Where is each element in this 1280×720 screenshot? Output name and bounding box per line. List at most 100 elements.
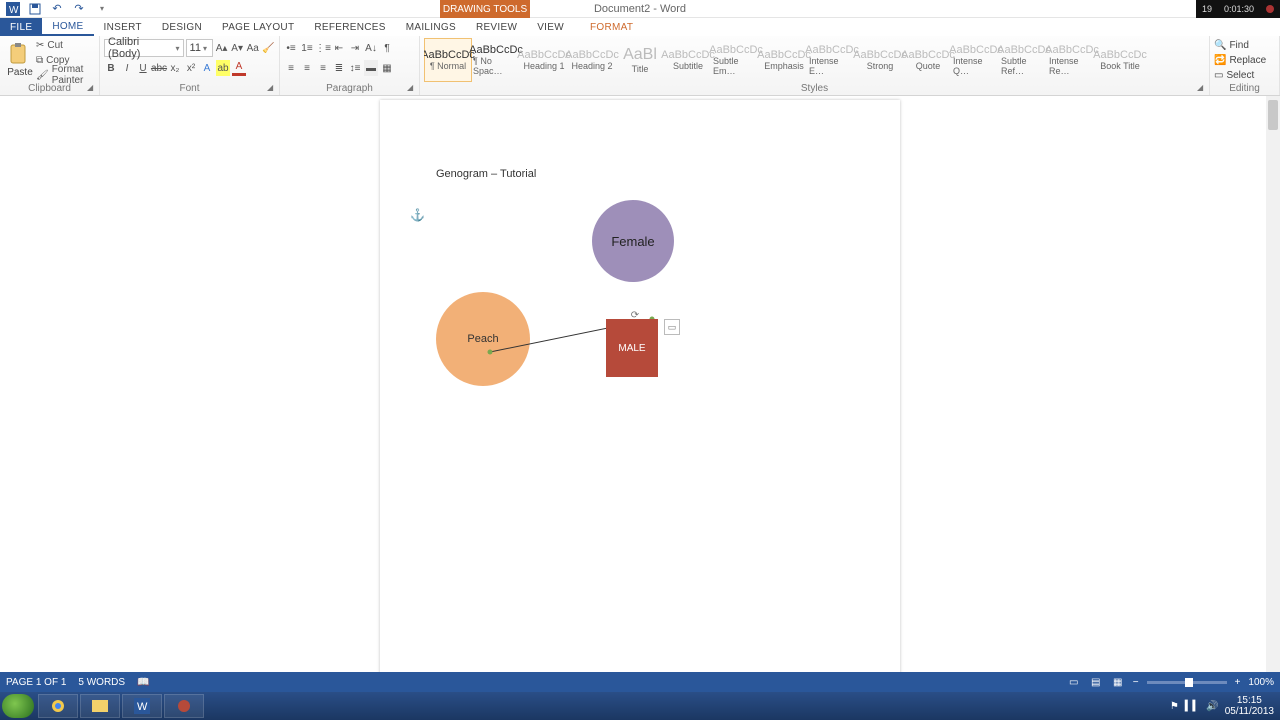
bold-button[interactable]: B [104, 60, 118, 76]
taskbar-word[interactable]: W [122, 694, 162, 718]
view-print-layout[interactable]: ▤ [1089, 675, 1103, 689]
view-web-layout[interactable]: ▦ [1111, 675, 1125, 689]
subscript-button[interactable]: x₂ [168, 60, 182, 76]
bullets-button[interactable]: •≡ [284, 40, 298, 56]
taskbar-explorer[interactable] [80, 694, 120, 718]
align-center-button[interactable]: ≡ [300, 60, 314, 76]
zoom-out-button[interactable]: − [1133, 677, 1139, 688]
style-item-6[interactable]: AaBbCcDcSubtle Em… [712, 38, 760, 82]
superscript-button[interactable]: x² [184, 60, 198, 76]
decrease-indent-button[interactable]: ⇤ [332, 40, 346, 56]
paragraph-dialog-launcher[interactable]: ◢ [407, 83, 417, 93]
font-color-button[interactable]: A [232, 60, 246, 76]
tab-format[interactable]: FORMAT [580, 18, 643, 36]
style-item-0[interactable]: AaBbCcDc¶ Normal [424, 38, 472, 82]
taskbar-chrome[interactable] [38, 694, 78, 718]
style-item-14[interactable]: AaBbCcDcBook Title [1096, 38, 1144, 82]
page[interactable]: Genogram – Tutorial ⚓ Female Peach MALE … [380, 100, 900, 700]
tray-volume-icon[interactable]: 🔊 [1206, 701, 1218, 712]
save-icon[interactable] [26, 1, 44, 17]
tab-references[interactable]: REFERENCES [304, 18, 395, 36]
style-item-3[interactable]: AaBbCcDcHeading 2 [568, 38, 616, 82]
qat-customize-icon[interactable]: ▾ [92, 1, 110, 17]
increase-indent-button[interactable]: ⇥ [348, 40, 362, 56]
sort-button[interactable]: A↓ [364, 40, 378, 56]
select-button[interactable]: ▭Select [1214, 68, 1275, 82]
borders-button[interactable]: ▦ [380, 60, 394, 76]
style-item-1[interactable]: AaBbCcDc¶ No Spac… [472, 38, 520, 82]
styles-gallery[interactable]: AaBbCcDc¶ NormalAaBbCcDc¶ No Spac…AaBbCc… [424, 38, 1205, 82]
status-page[interactable]: PAGE 1 OF 1 [6, 677, 66, 688]
zoom-level[interactable]: 100% [1248, 677, 1274, 688]
start-button[interactable] [2, 694, 34, 718]
tab-view[interactable]: VIEW [527, 18, 574, 36]
font-size-combo[interactable]: 11▾ [186, 39, 213, 57]
proofing-icon[interactable]: 📖 [137, 677, 149, 688]
style-item-5[interactable]: AaBbCcDcSubtitle [664, 38, 712, 82]
connector-line[interactable] [380, 100, 900, 500]
style-item-7[interactable]: AaBbCcDcEmphasis [760, 38, 808, 82]
italic-button[interactable]: I [120, 60, 134, 76]
tray-flag-icon[interactable]: ⚑ [1170, 701, 1179, 712]
replace-button[interactable]: 🔁Replace [1214, 53, 1275, 67]
style-item-11[interactable]: AaBbCcDcIntense Q… [952, 38, 1000, 82]
line-spacing-button[interactable]: ↕≡ [348, 60, 362, 76]
cut-button[interactable]: ✂Cut [36, 38, 99, 52]
show-marks-button[interactable]: ¶ [380, 40, 394, 56]
change-case-button[interactable]: Aa [246, 40, 260, 56]
zoom-slider-knob[interactable] [1185, 678, 1193, 687]
tab-mailings[interactable]: MAILINGS [396, 18, 466, 36]
style-name: Intense E… [809, 56, 855, 76]
undo-icon[interactable]: ↶ [48, 1, 66, 17]
font-dialog-launcher[interactable]: ◢ [267, 83, 277, 93]
font-name-combo[interactable]: Calibri (Body)▾ [104, 39, 184, 57]
tray-clock[interactable]: 15:15 05/11/2013 [1225, 695, 1274, 717]
view-read-mode[interactable]: ▭ [1067, 675, 1081, 689]
redo-icon[interactable]: ↷ [70, 1, 88, 17]
format-painter-button[interactable]: 🖌Format Painter [36, 68, 99, 82]
clipboard-dialog-launcher[interactable]: ◢ [87, 83, 97, 93]
find-button[interactable]: 🔍Find [1214, 38, 1275, 52]
rotate-handle-icon[interactable]: ⟳ [630, 310, 640, 320]
scrollbar-thumb[interactable] [1268, 100, 1278, 130]
tab-review[interactable]: REVIEW [466, 18, 527, 36]
shrink-font-button[interactable]: A▾ [230, 40, 244, 56]
tab-home[interactable]: HOME [42, 18, 93, 36]
word-app-icon[interactable]: W [4, 1, 22, 17]
clear-formatting-button[interactable]: 🧹 [261, 40, 275, 56]
style-name: Subtle Ref… [1001, 56, 1047, 76]
style-item-10[interactable]: AaBbCcDcQuote [904, 38, 952, 82]
shape-male-rect[interactable]: MALE [606, 319, 658, 377]
numbering-button[interactable]: 1≡ [300, 40, 314, 56]
grow-font-button[interactable]: A▴ [215, 40, 229, 56]
shading-button[interactable]: ▬ [364, 60, 378, 76]
tray-network-icon[interactable]: ▍▍ [1185, 701, 1200, 712]
vertical-scrollbar[interactable] [1266, 96, 1280, 700]
style-item-9[interactable]: AaBbCcDcStrong [856, 38, 904, 82]
status-words[interactable]: 5 WORDS [78, 677, 125, 688]
style-item-13[interactable]: AaBbCcDcIntense Re… [1048, 38, 1096, 82]
multilevel-button[interactable]: ⋮≡ [316, 40, 330, 56]
text-effects-button[interactable]: A [200, 60, 214, 76]
styles-dialog-launcher[interactable]: ◢ [1197, 83, 1207, 93]
highlight-button[interactable]: ab [216, 60, 230, 76]
zoom-in-button[interactable]: + [1235, 677, 1241, 688]
strike-button[interactable]: abc [152, 60, 166, 76]
taskbar-recorder[interactable] [164, 694, 204, 718]
tab-page-layout[interactable]: PAGE LAYOUT [212, 18, 304, 36]
tab-file[interactable]: FILE [0, 18, 42, 36]
paste-button[interactable]: Paste [4, 38, 36, 82]
style-item-8[interactable]: AaBbCcDcIntense E… [808, 38, 856, 82]
style-item-12[interactable]: AaBbCcDcSubtle Ref… [1000, 38, 1048, 82]
style-item-4[interactable]: AaBlTitle [616, 38, 664, 82]
tab-insert[interactable]: INSERT [94, 18, 152, 36]
layout-options-button[interactable]: ▭ [664, 319, 680, 335]
document-area[interactable]: Genogram – Tutorial ⚓ Female Peach MALE … [0, 96, 1280, 700]
justify-button[interactable]: ≣ [332, 60, 346, 76]
underline-button[interactable]: U [136, 60, 150, 76]
tab-design[interactable]: DESIGN [152, 18, 212, 36]
zoom-slider[interactable] [1147, 681, 1227, 684]
align-right-button[interactable]: ≡ [316, 60, 330, 76]
style-item-2[interactable]: AaBbCcDcHeading 1 [520, 38, 568, 82]
align-left-button[interactable]: ≡ [284, 60, 298, 76]
